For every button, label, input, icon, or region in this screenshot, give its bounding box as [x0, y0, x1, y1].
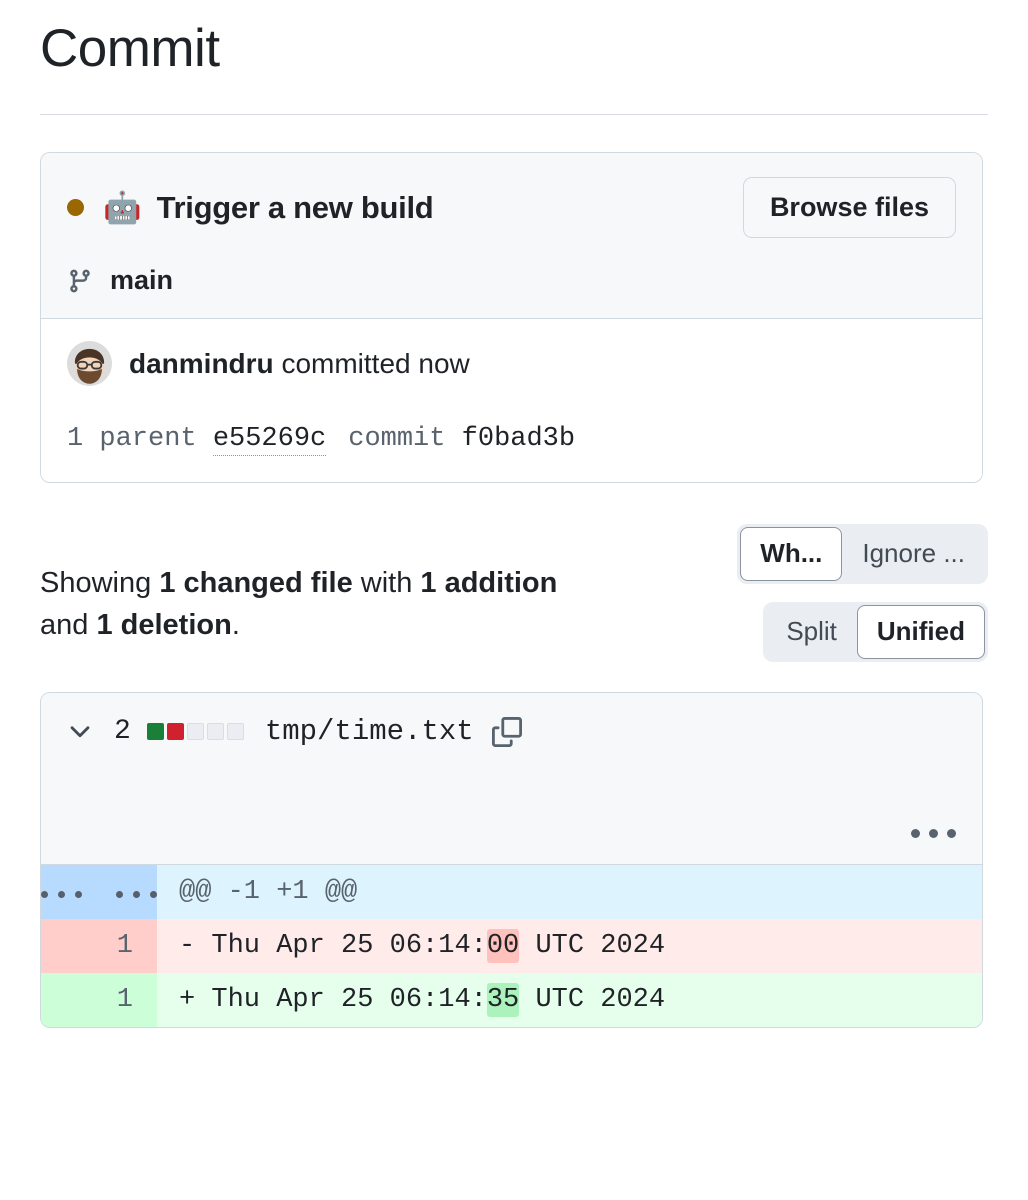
chevron-down-icon[interactable]: [65, 717, 114, 747]
commit-card-header: 🤖 Trigger a new build Browse files main: [41, 153, 982, 320]
kebab-menu-icon[interactable]: [911, 829, 956, 839]
diff-table: @@ -1 +1 @@ 1 - Thu Apr 25 06:14:00 UTC …: [41, 865, 982, 1028]
hunk-expand-gutter[interactable]: [41, 865, 157, 920]
addition-suffix: UTC 2024: [519, 985, 666, 1016]
author-action: committed now: [273, 347, 470, 379]
title-divider: [40, 114, 988, 115]
commit-card: 🤖 Trigger a new build Browse files main: [40, 152, 983, 484]
summary-conjunction: and: [40, 609, 97, 642]
file-change-count: 2: [114, 716, 131, 748]
view-mode-split[interactable]: Split: [766, 605, 857, 659]
diff-file-header-main: 2 tmp/time.txt: [65, 715, 958, 748]
whitespace-option-ignore[interactable]: Ignore ...: [842, 527, 985, 581]
avatar[interactable]: [67, 341, 112, 387]
commit-card-body: danmindru committed now 1 parent e55269c…: [41, 319, 982, 483]
commit-sha-label: commit: [348, 424, 446, 455]
commit-hash-row: 1 parent e55269c commit f0bad3b: [67, 424, 956, 457]
summary-deletions: 1 deletion: [96, 609, 232, 642]
git-branch-icon: [67, 266, 93, 296]
copy-icon[interactable]: [491, 716, 522, 747]
diff-file-header: 2 tmp/time.txt: [41, 693, 982, 866]
parent-count-label: 1 parent: [67, 424, 197, 455]
summary-middle: with: [352, 567, 421, 600]
diff-addition-row: 1 + Thu Apr 25 06:14:35 UTC 2024: [41, 973, 982, 1028]
commit-page: Commit 🤖 Trigger a new build Browse file…: [0, 0, 1028, 1200]
diff-summary-text: Showing 1 changed file with 1 addition a…: [40, 524, 600, 646]
diff-toggles: Wh... Ignore ... Split Unified: [737, 524, 988, 662]
robot-emoji-icon: 🤖: [103, 190, 142, 226]
commit-message: Trigger a new build: [156, 189, 434, 225]
summary-suffix: .: [231, 609, 240, 642]
diffstat-square-neutral: [186, 723, 204, 741]
deletion-suffix: UTC 2024: [519, 931, 666, 962]
whitespace-segmented-control: Wh... Ignore ...: [737, 524, 988, 584]
summary-changed-files: 1 changed file: [159, 567, 353, 600]
deletion-word-highlight: 00: [486, 929, 520, 964]
diff-file-card: 2 tmp/time.txt @@ -1 +1 @@ 1 - Thu Apr 2…: [40, 692, 983, 1029]
author-row: danmindru committed now: [67, 341, 956, 387]
addition-prefix: + Thu Apr 25 06:14:: [179, 985, 487, 1016]
deletion-line-content: - Thu Apr 25 06:14:00 UTC 2024: [157, 919, 982, 974]
hunk-header-text: @@ -1 +1 @@: [157, 865, 982, 920]
diff-deletion-row: 1 - Thu Apr 25 06:14:00 UTC 2024: [41, 919, 982, 974]
summary-prefix: Showing: [40, 567, 160, 600]
view-mode-unified[interactable]: Unified: [856, 604, 985, 659]
diffstat-blocks: [146, 723, 244, 741]
addition-line-content: + Thu Apr 25 06:14:35 UTC 2024: [157, 973, 982, 1028]
commit-title-row: 🤖 Trigger a new build Browse files: [67, 177, 956, 239]
commit-sha[interactable]: f0bad3b: [462, 424, 575, 455]
deletion-line-number: 1: [41, 919, 157, 974]
whitespace-option-selected[interactable]: Wh...: [740, 527, 843, 581]
diffstat-square-add: [146, 723, 164, 741]
branch-row: main: [67, 265, 956, 296]
expand-dots-icon[interactable]: [41, 891, 157, 899]
author-line: danmindru committed now: [129, 348, 470, 380]
summary-additions: 1 addition: [420, 567, 558, 600]
diffstat-square-del: [166, 723, 184, 741]
addition-word-highlight: 35: [486, 983, 520, 1018]
view-mode-segmented-control: Split Unified: [763, 601, 988, 662]
author-name[interactable]: danmindru: [129, 348, 274, 379]
page-title: Commit: [40, 19, 220, 78]
diffstat-square-neutral: [226, 723, 244, 741]
diffstat-square-neutral: [206, 723, 224, 741]
diff-hunk-row: @@ -1 +1 @@: [41, 865, 982, 920]
file-path[interactable]: tmp/time.txt: [265, 715, 474, 748]
diff-summary-area: Showing 1 changed file with 1 addition a…: [40, 524, 988, 662]
commit-status-dot-icon: [67, 199, 84, 217]
parent-sha[interactable]: e55269c: [212, 424, 327, 457]
branch-name[interactable]: main: [110, 265, 173, 296]
browse-files-button[interactable]: Browse files: [742, 177, 956, 239]
deletion-prefix: - Thu Apr 25 06:14:: [179, 931, 487, 962]
addition-line-number: 1: [41, 973, 157, 1028]
